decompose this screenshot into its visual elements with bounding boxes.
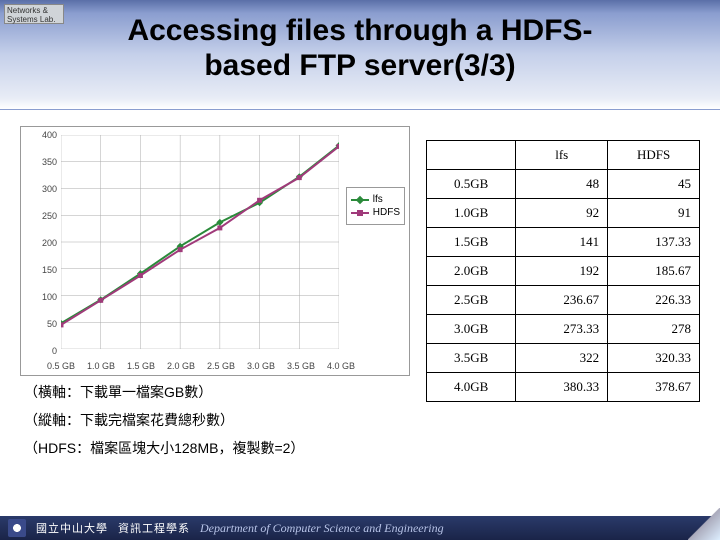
table-cell: 185.67 bbox=[608, 257, 700, 286]
table-cell: 1.5GB bbox=[427, 228, 516, 257]
table-row: 2.0GB192185.67 bbox=[427, 257, 700, 286]
table-header-cell: HDFS bbox=[608, 141, 700, 170]
table-cell: 4.0GB bbox=[427, 373, 516, 402]
university-logo-icon bbox=[8, 519, 26, 537]
plot-area bbox=[61, 135, 339, 349]
table-body: 0.5GB48451.0GB92911.5GB141137.332.0GB192… bbox=[427, 170, 700, 402]
slide-header: Networks & Systems Lab. Accessing files … bbox=[0, 0, 720, 110]
chart-legend: lfs HDFS bbox=[346, 187, 405, 225]
legend-label: lfs bbox=[373, 194, 383, 205]
table-cell: 2.0GB bbox=[427, 257, 516, 286]
legend-item: HDFS bbox=[351, 207, 400, 218]
table-cell: 91 bbox=[608, 199, 700, 228]
x-tick-label: 2.5 GB bbox=[207, 361, 235, 371]
line-chart: lfs HDFS 0 50 100 150 200 250 300 350 400 0.5 GB 1.… bbox=[20, 126, 410, 376]
y-tick-label: 200 bbox=[23, 238, 57, 248]
table-cell: 378.67 bbox=[608, 373, 700, 402]
table-row: 2.5GB236.67226.33 bbox=[427, 286, 700, 315]
x-tick-label: 2.0 GB bbox=[167, 361, 195, 371]
chart-svg bbox=[61, 135, 339, 349]
table-row: 3.0GB273.33278 bbox=[427, 315, 700, 344]
chart-grid bbox=[61, 135, 339, 349]
data-table: lfsHDFS 0.5GB48451.0GB92911.5GB141137.33… bbox=[426, 140, 700, 402]
slide-footer: 國立中山大學 資訊工程學系 Department of Computer Sci… bbox=[0, 516, 720, 540]
table-header-cell: lfs bbox=[516, 141, 608, 170]
table-cell: 273.33 bbox=[516, 315, 608, 344]
x-tick-label: 0.5 GB bbox=[47, 361, 75, 371]
slide: Networks & Systems Lab. Accessing files … bbox=[0, 0, 720, 540]
note-hdfs: （HDFS：檔案區塊大小128MB，複製數=2） bbox=[24, 434, 304, 462]
x-tick-label: 1.5 GB bbox=[127, 361, 155, 371]
table-header-cell bbox=[427, 141, 516, 170]
title-line1: Accessing files through a HDFS- bbox=[127, 14, 592, 47]
footer-university: 國立中山大學 bbox=[36, 520, 108, 536]
table-cell: 278 bbox=[608, 315, 700, 344]
table-row: 0.5GB4845 bbox=[427, 170, 700, 199]
table-cell: 322 bbox=[516, 344, 608, 373]
table-cell: 380.33 bbox=[516, 373, 608, 402]
table-cell: 45 bbox=[608, 170, 700, 199]
table-row: 3.5GB322320.33 bbox=[427, 344, 700, 373]
y-tick-label: 300 bbox=[23, 184, 57, 194]
table-cell: 1.0GB bbox=[427, 199, 516, 228]
x-tick-label: 3.5 GB bbox=[287, 361, 315, 371]
y-tick-label: 250 bbox=[23, 211, 57, 221]
y-tick-label: 0 bbox=[23, 346, 57, 356]
table-header-row: lfsHDFS bbox=[427, 141, 700, 170]
table-cell: 48 bbox=[516, 170, 608, 199]
table-cell: 320.33 bbox=[608, 344, 700, 373]
note-x-axis: （橫軸：下載單一檔案GB數） bbox=[24, 378, 304, 406]
axis-notes: （橫軸：下載單一檔案GB數） （縱軸：下載完檔案花費總秒數） （HDFS：檔案區… bbox=[24, 378, 304, 462]
slide-title: Accessing files through a HDFS- based FT… bbox=[0, 14, 720, 83]
table-cell: 92 bbox=[516, 199, 608, 228]
title-line2: based FTP server(3/3) bbox=[204, 49, 515, 82]
table-cell: 0.5GB bbox=[427, 170, 516, 199]
y-tick-label: 100 bbox=[23, 292, 57, 302]
footer-dept-cn: 資訊工程學系 bbox=[118, 520, 190, 536]
y-tick-label: 150 bbox=[23, 265, 57, 275]
legend-label: HDFS bbox=[373, 207, 400, 218]
chart-series bbox=[61, 142, 339, 327]
footer-dept-en: Department of Computer Science and Engin… bbox=[200, 521, 444, 536]
table-row: 1.5GB141137.33 bbox=[427, 228, 700, 257]
table-row: 1.0GB9291 bbox=[427, 199, 700, 228]
table-cell: 3.5GB bbox=[427, 344, 516, 373]
table-cell: 3.0GB bbox=[427, 315, 516, 344]
x-tick-label: 4.0 GB bbox=[327, 361, 355, 371]
note-y-axis: （縱軸：下載完檔案花費總秒數） bbox=[24, 406, 304, 434]
table-cell: 236.67 bbox=[516, 286, 608, 315]
table-row: 4.0GB380.33378.67 bbox=[427, 373, 700, 402]
slide-body: lfsHDFS 0501001502002503003504000.5 GB1.… bbox=[20, 120, 700, 480]
table-cell: 2.5GB bbox=[427, 286, 516, 315]
page-curl-icon bbox=[688, 508, 720, 540]
table-cell: 141 bbox=[516, 228, 608, 257]
x-tick-label: 1.0 GB bbox=[87, 361, 115, 371]
y-tick-label: 50 bbox=[23, 319, 57, 329]
table-cell: 226.33 bbox=[608, 286, 700, 315]
table-cell: 192 bbox=[516, 257, 608, 286]
legend-item: lfs bbox=[351, 194, 400, 205]
x-tick-label: 3.0 GB bbox=[247, 361, 275, 371]
y-tick-label: 400 bbox=[23, 130, 57, 140]
y-tick-label: 350 bbox=[23, 157, 57, 167]
table-cell: 137.33 bbox=[608, 228, 700, 257]
